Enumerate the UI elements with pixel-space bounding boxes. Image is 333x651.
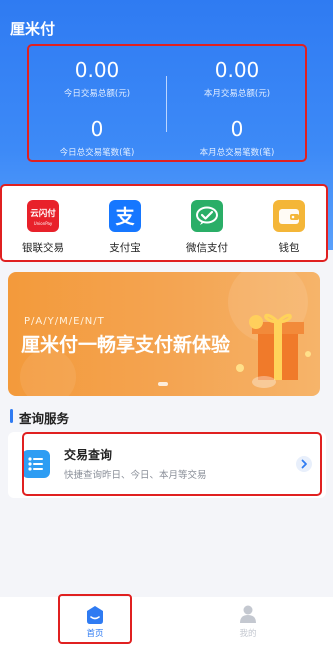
month-count-label: 本月总交易笔数(笔) [199, 148, 275, 158]
promo-banner[interactable]: P/A/Y/M/E/N/T 厘米付一畅享支付新体验 [8, 272, 320, 396]
user-icon [240, 605, 256, 623]
unionpay-icon-text: 云闪付 [30, 208, 56, 219]
today-amount-value: 0.00 [74, 58, 120, 82]
alipay-icon-glyph: 支 [114, 206, 135, 228]
unionpay-cloud-pay-icon: 云闪付 UnionPay [27, 200, 59, 232]
today-count-label: 今日总交易笔数(笔) [59, 148, 135, 158]
banner-subtitle: P/A/Y/M/E/N/T [24, 316, 105, 327]
wechat-pay-icon [191, 200, 223, 232]
alipay-icon: 支 [109, 200, 141, 232]
quick-action-unionpay[interactable]: 云闪付 UnionPay 银联交易 [2, 186, 84, 260]
quick-action-alipay[interactable]: 支 支付宝 [84, 186, 166, 260]
unionpay-icon-subtext: UnionPay [34, 221, 53, 226]
quick-action-label: 微信支付 [186, 242, 228, 254]
bottom-tab-bar: 首页 我的 [0, 597, 333, 651]
today-amount-label: 今日交易总额(元) [63, 89, 131, 99]
month-count-stat: 0 本月总交易笔数(笔) [167, 118, 307, 158]
banner-title: 厘米付一畅享支付新体验 [21, 334, 231, 356]
today-count-value: 0 [90, 117, 104, 141]
month-count-value: 0 [230, 117, 244, 141]
stats-panel: 0.00 今日交易总额(元) 0.00 本月交易总额(元) 0 今日总交易笔数(… [27, 44, 307, 162]
month-amount-stat: 0.00 本月交易总额(元) [167, 59, 307, 99]
quick-action-label: 银联交易 [22, 242, 64, 254]
quick-actions-panel: 云闪付 UnionPay 银联交易 支 支付宝 微信支付 钱包 [0, 184, 328, 262]
banner-indicator [158, 382, 168, 386]
today-count-stat: 0 今日总交易笔数(笔) [27, 118, 167, 158]
home-tab-highlight [58, 594, 132, 644]
app-title: 厘米付 [10, 20, 56, 38]
transaction-query-highlight [22, 432, 322, 496]
tab-mine-label: 我的 [239, 629, 257, 639]
quick-action-label: 支付宝 [109, 242, 141, 254]
today-amount-stat: 0.00 今日交易总额(元) [27, 59, 167, 99]
section-title: 查询服务 [19, 411, 70, 426]
wallet-icon [273, 200, 305, 232]
quick-action-label: 钱包 [278, 242, 300, 254]
month-amount-label: 本月交易总额(元) [203, 89, 271, 99]
quick-action-wechat-pay[interactable]: 微信支付 [166, 186, 248, 260]
quick-action-wallet[interactable]: 钱包 [248, 186, 330, 260]
tab-mine[interactable]: 我的 [203, 597, 293, 651]
section-accent-bar [10, 409, 13, 423]
month-amount-value: 0.00 [214, 58, 260, 82]
